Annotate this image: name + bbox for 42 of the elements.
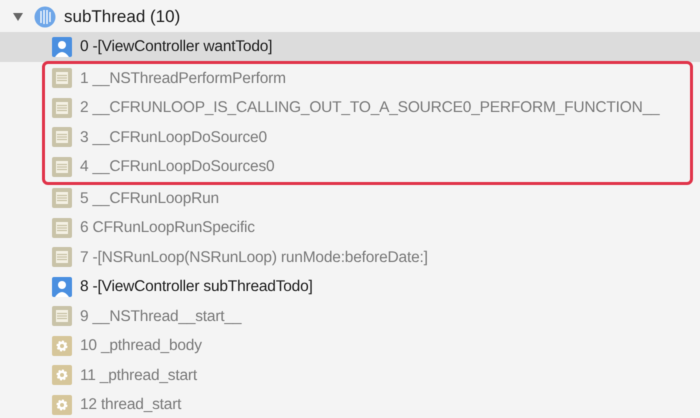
stack-frame-row[interactable]: 11 _pthread_start <box>0 360 700 390</box>
frame-label: 5 __CFRunLoopRun <box>80 188 219 209</box>
stack-frame-row[interactable]: 1 __NSThreadPerformPerform <box>45 64 690 93</box>
frame-label: 3 __CFRunLoopDoSource0 <box>80 128 267 148</box>
stack-frame-row[interactable]: 3 __CFRunLoopDoSource0 <box>45 122 690 152</box>
person-icon <box>52 276 72 297</box>
frame-label: 8 -[ViewController subThreadTodo] <box>80 277 313 298</box>
person-icon <box>52 36 72 57</box>
frame-label: 6 CFRunLoopRunSpecific <box>80 218 255 238</box>
list-icon <box>52 306 72 326</box>
stack-frame-row[interactable]: 5 __CFRunLoopRun <box>0 184 700 213</box>
frame-label: 7 -[NSRunLoop(NSRunLoop) runMode:beforeDate:] <box>80 248 428 268</box>
thread-title: subThread (10) <box>64 6 180 28</box>
list-icon <box>52 188 72 208</box>
stack-frame-row[interactable]: 10 _pthread_body <box>0 331 700 360</box>
gear-icon <box>52 394 72 415</box>
frame-label: 4 __CFRunLoopDoSources0 <box>80 157 274 178</box>
frame-label: 10 _pthread_body <box>80 336 202 356</box>
list-icon <box>52 156 72 177</box>
list-icon <box>52 127 72 148</box>
stack-frame-row[interactable]: 8 -[ViewController subThreadTodo] <box>0 272 700 302</box>
stack-frame-row[interactable]: 2 __CFRUNLOOP_IS_CALLING_OUT_TO_A_SOURCE0_PERFORM_FUNCTION__ <box>45 93 690 122</box>
stack-frame-row[interactable]: 4 __CFRunLoopDoSources0 <box>45 152 690 182</box>
stack-frame-row[interactable]: 7 -[NSRunLoop(NSRunLoop) runMode:beforeDate:] <box>0 242 700 272</box>
list-icon <box>52 218 72 238</box>
list-icon <box>52 247 72 268</box>
list-icon <box>52 68 72 88</box>
gear-icon <box>52 336 72 356</box>
stack-frame-row[interactable]: 12 thread_start <box>0 390 700 418</box>
stack-frame-row[interactable]: 0 -[ViewController wantTodo] <box>0 32 700 62</box>
list-icon <box>52 98 72 118</box>
stack-frame-row[interactable]: 9 __NSThread__start__ <box>0 302 700 331</box>
frame-label: 9 __NSThread__start__ <box>80 306 242 327</box>
frame-label: 2 __CFRUNLOOP_IS_CALLING_OUT_TO_A_SOURCE0_PERFORM_FUNCTION__ <box>80 98 660 118</box>
frame-label: 12 thread_start <box>80 395 182 416</box>
thread-icon <box>34 6 56 28</box>
frame-label: 1 __NSThreadPerformPerform <box>80 68 286 89</box>
frame-label: 0 -[ViewController wantTodo] <box>80 37 272 58</box>
gear-icon <box>52 365 72 386</box>
disclosure-triangle[interactable] <box>12 11 26 23</box>
stack-frame-row[interactable]: 6 CFRunLoopRunSpecific <box>0 213 700 242</box>
frame-label: 11 _pthread_start <box>80 366 197 386</box>
